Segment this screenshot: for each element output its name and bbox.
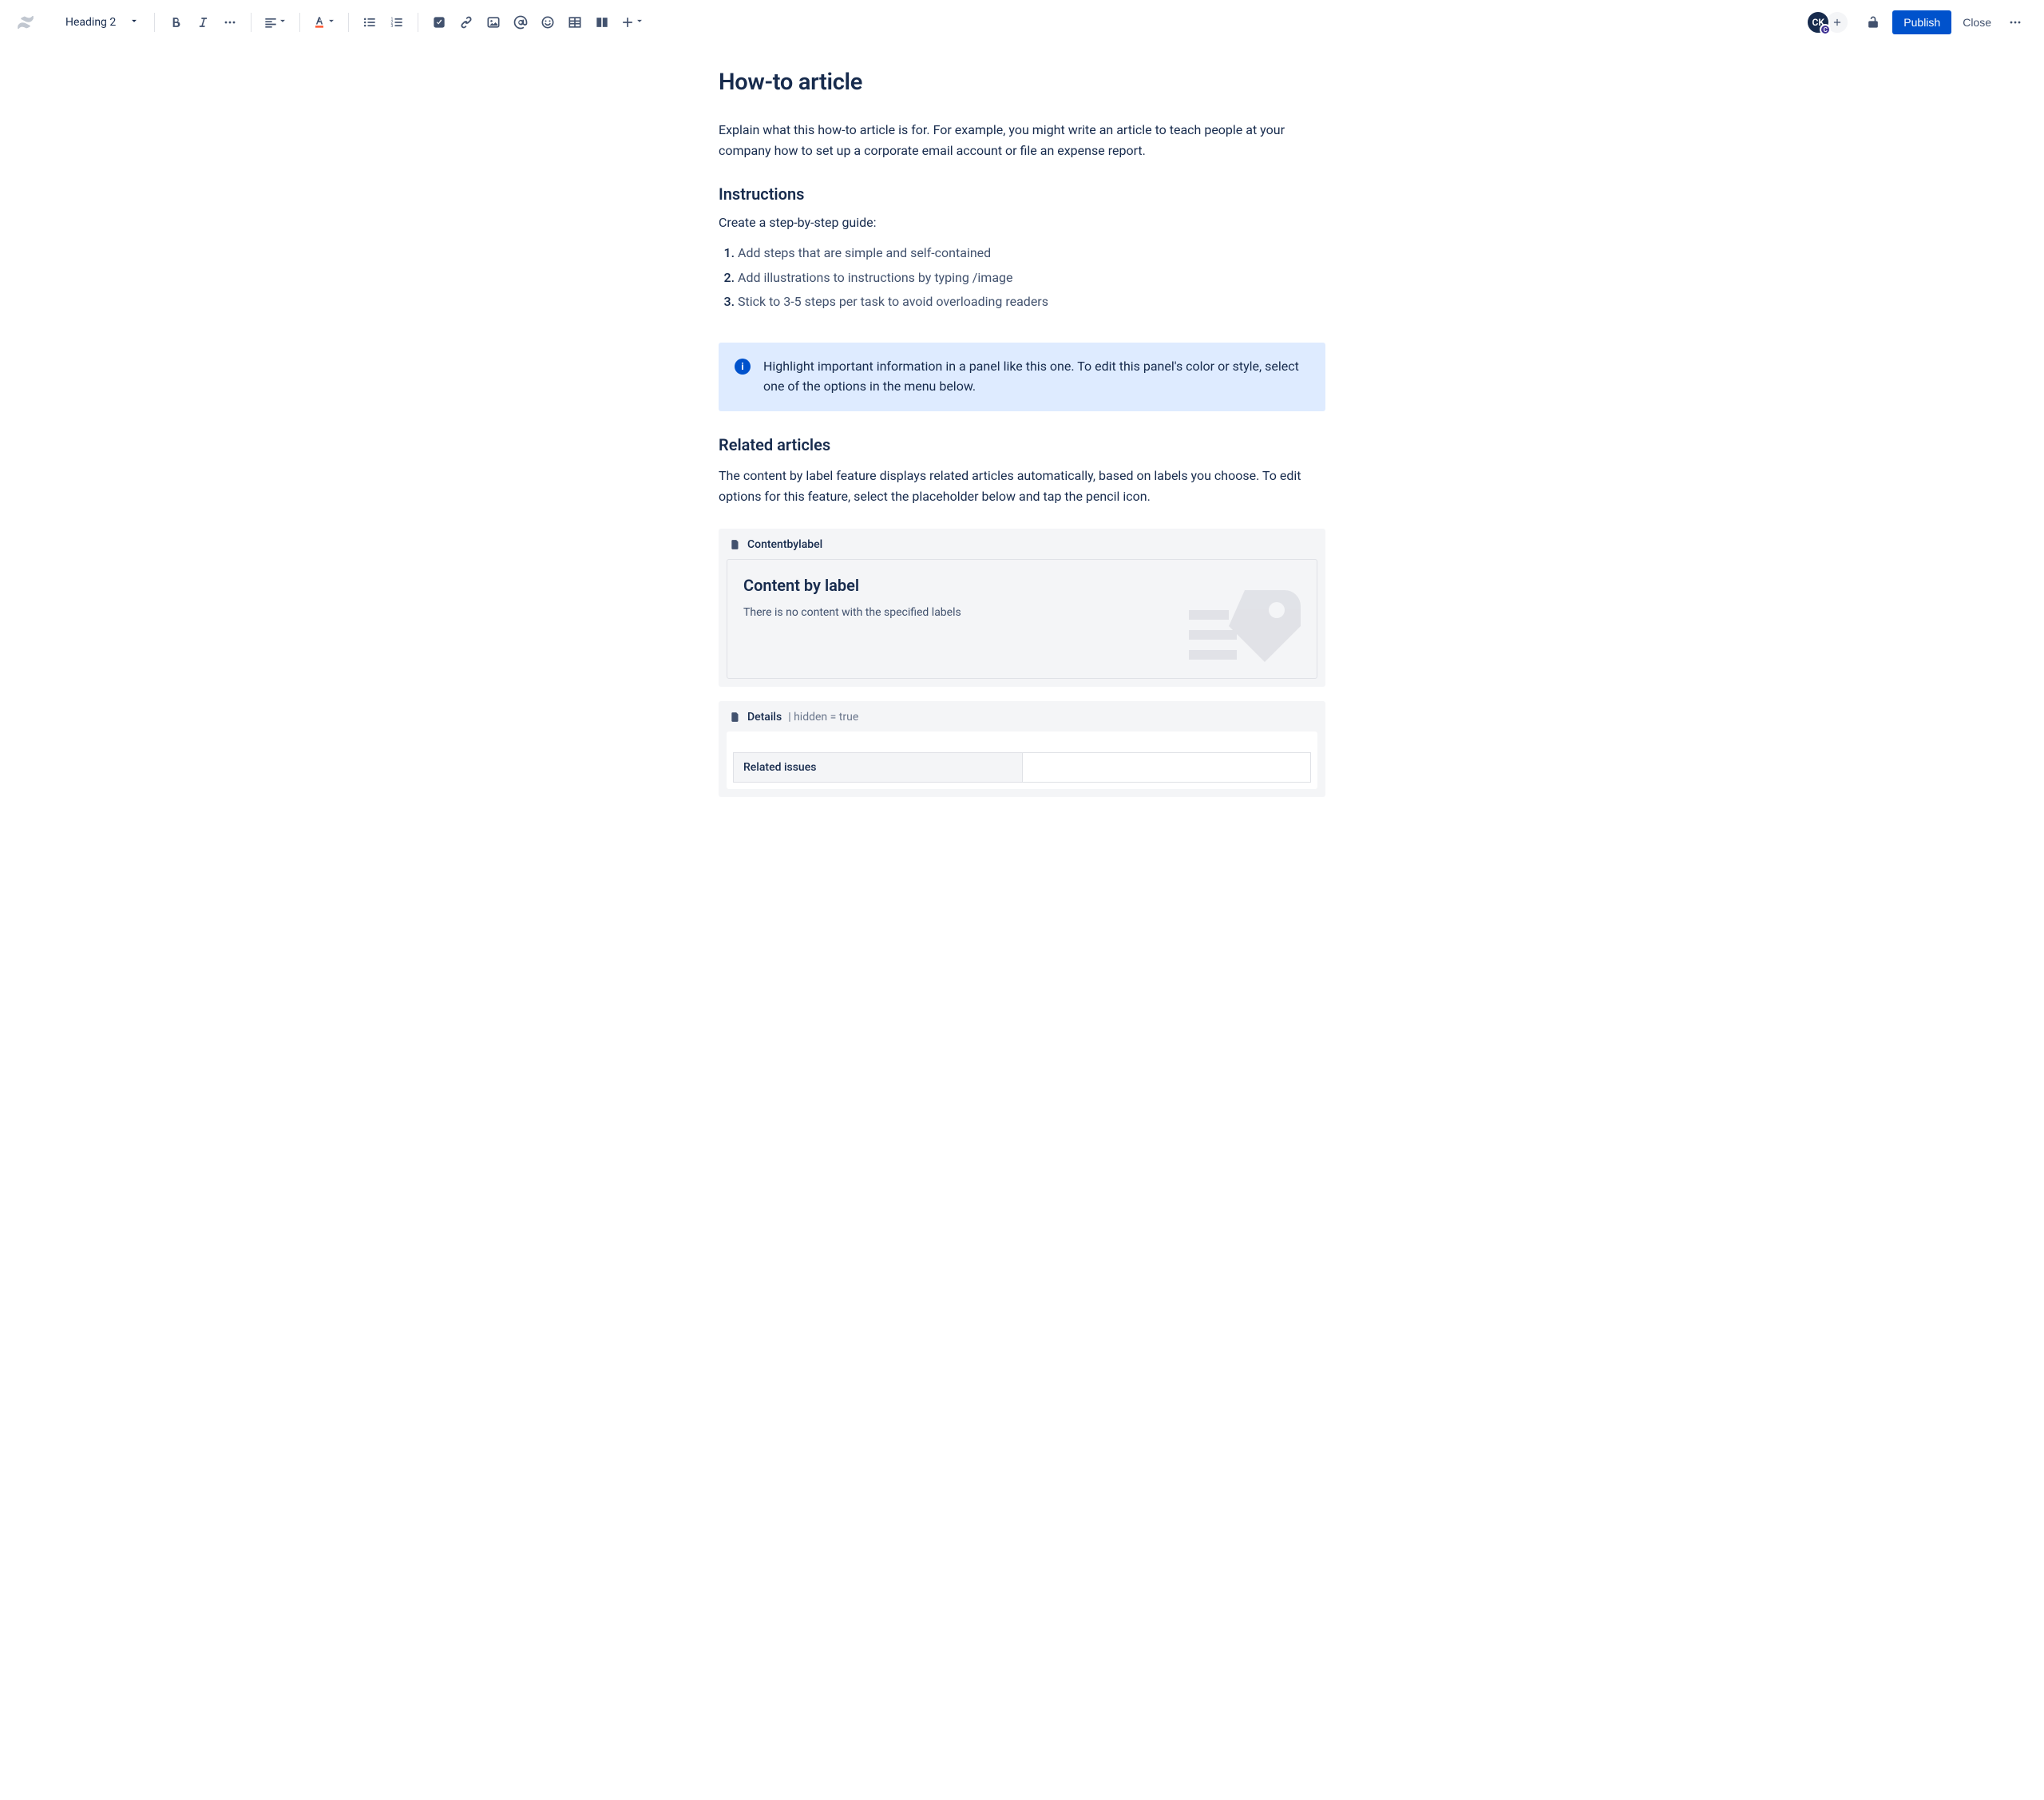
more-actions-button[interactable] xyxy=(2002,10,2028,35)
steps-list[interactable]: Add steps that are simple and self-conta… xyxy=(719,241,1325,314)
step-item[interactable]: Stick to 3-5 steps per task to avoid ove… xyxy=(738,290,1325,314)
collaborator-avatars: CK C xyxy=(1806,10,1849,34)
macro-header: Contentbylabel xyxy=(727,537,1317,559)
bullet-list-button[interactable] xyxy=(357,10,382,35)
chevron-down-icon xyxy=(326,15,337,30)
more-formatting-button[interactable] xyxy=(217,10,243,35)
editor-toolbar: Heading 2 123 xyxy=(0,0,2044,45)
user-avatar[interactable]: CK C xyxy=(1806,10,1830,34)
chevron-down-icon xyxy=(129,15,140,30)
svg-text:3: 3 xyxy=(391,24,394,29)
toolbar-divider xyxy=(348,13,349,32)
image-button[interactable] xyxy=(481,10,506,35)
text-style-selector[interactable]: Heading 2 xyxy=(59,10,146,34)
italic-button[interactable] xyxy=(190,10,216,35)
restrictions-button[interactable] xyxy=(1860,10,1886,35)
macro-header: Details | hidden = true xyxy=(727,709,1317,731)
macro-header-label: Details xyxy=(747,711,782,724)
macro-header-label: Contentbylabel xyxy=(747,538,822,551)
details-macro[interactable]: Details | hidden = true Related issues xyxy=(719,701,1325,797)
table-row[interactable]: Related issues xyxy=(734,753,1311,783)
close-button[interactable]: Close xyxy=(1953,10,2001,34)
related-articles-heading[interactable]: Related articles xyxy=(719,435,1325,454)
table-header-cell[interactable]: Related issues xyxy=(734,753,1023,783)
details-body[interactable]: Related issues xyxy=(727,731,1317,789)
page-title[interactable]: How-to article xyxy=(719,69,1325,96)
publish-button[interactable]: Publish xyxy=(1892,10,1951,34)
mention-button[interactable] xyxy=(508,10,533,35)
step-item[interactable]: Add steps that are simple and self-conta… xyxy=(738,241,1325,265)
toolbar-divider xyxy=(251,13,252,32)
chevron-down-icon xyxy=(634,15,645,30)
text-color-button[interactable] xyxy=(308,10,340,35)
toolbar-divider xyxy=(154,13,155,32)
layouts-button[interactable] xyxy=(589,10,615,35)
document-icon xyxy=(730,712,741,723)
table-button[interactable] xyxy=(562,10,588,35)
details-table[interactable]: Related issues xyxy=(733,752,1311,783)
document-icon xyxy=(730,539,741,550)
info-panel-text[interactable]: Highlight important information in a pan… xyxy=(763,357,1309,397)
insert-button[interactable] xyxy=(616,10,648,35)
instructions-subtext[interactable]: Create a step-by-step guide: xyxy=(719,215,1325,230)
avatar-badge: C xyxy=(1820,24,1831,35)
chevron-down-icon xyxy=(277,15,288,30)
macro-header-hidden: | hidden = true xyxy=(788,711,858,724)
confluence-logo[interactable] xyxy=(16,13,35,32)
table-cell[interactable] xyxy=(1022,753,1311,783)
action-item-button[interactable] xyxy=(426,10,452,35)
step-item[interactable]: Add illustrations to instructions by typ… xyxy=(738,266,1325,290)
tag-illustration-icon xyxy=(1189,586,1309,679)
emoji-button[interactable] xyxy=(535,10,561,35)
content-by-label-macro[interactable]: Contentbylabel Content by label There is… xyxy=(719,529,1325,687)
editor-content[interactable]: How-to article Explain what this how-to … xyxy=(719,45,1325,845)
intro-paragraph[interactable]: Explain what this how-to article is for.… xyxy=(719,120,1325,161)
macro-body[interactable]: Content by label There is no content wit… xyxy=(727,559,1317,679)
instructions-heading[interactable]: Instructions xyxy=(719,184,1325,204)
bold-button[interactable] xyxy=(163,10,188,35)
numbered-list-button[interactable]: 123 xyxy=(384,10,410,35)
align-button[interactable] xyxy=(259,10,291,35)
toolbar-divider xyxy=(299,13,300,32)
info-icon: i xyxy=(735,359,751,375)
related-description[interactable]: The content by label feature displays re… xyxy=(719,466,1325,506)
info-panel[interactable]: i Highlight important information in a p… xyxy=(719,343,1325,411)
link-button[interactable] xyxy=(454,10,479,35)
text-style-label: Heading 2 xyxy=(65,16,116,29)
